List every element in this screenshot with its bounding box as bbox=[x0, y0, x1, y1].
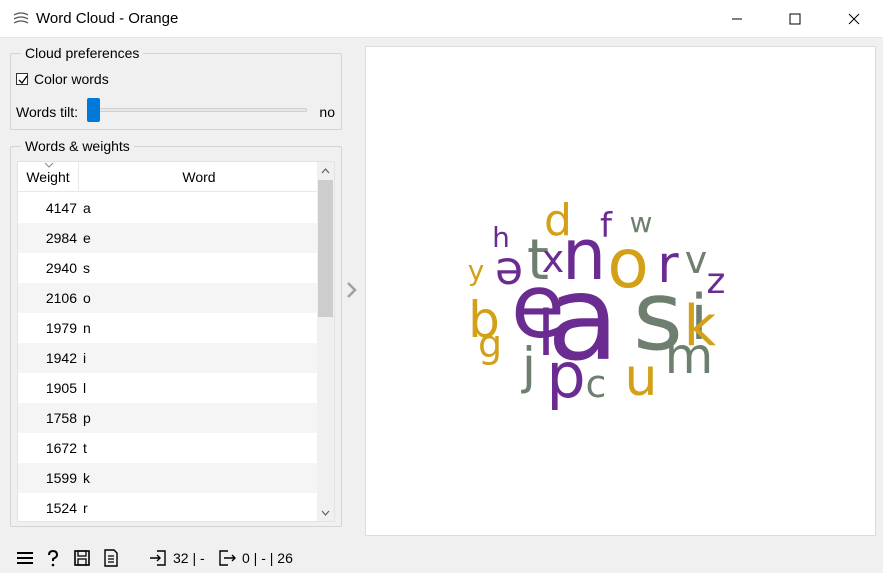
words-tilt-label: Words tilt: bbox=[16, 104, 78, 120]
save-icon[interactable] bbox=[73, 549, 91, 567]
input-icon bbox=[150, 550, 166, 566]
close-icon bbox=[848, 13, 860, 25]
word-cell: p bbox=[83, 410, 91, 426]
words-tilt-value: no bbox=[319, 104, 335, 120]
cloud-word: v bbox=[685, 238, 708, 282]
cloud-word: x bbox=[542, 237, 565, 281]
table-row[interactable]: 1979 n bbox=[18, 313, 319, 343]
table-row[interactable]: 1599 k bbox=[18, 463, 319, 493]
weight-cell: 1979 bbox=[45, 320, 77, 336]
words-tilt-slider-handle[interactable] bbox=[87, 98, 100, 122]
input-summary: 32 | - bbox=[173, 550, 205, 566]
table-scrollbar[interactable] bbox=[317, 162, 334, 521]
words-weights-group: Words & weights Weight Word 4147 a 2984 e 29… bbox=[10, 138, 342, 527]
weight-cell: 1524 bbox=[45, 500, 77, 516]
cloud-word: r bbox=[657, 235, 679, 295]
table-row[interactable]: 2106 o bbox=[18, 283, 319, 313]
cloud-word: c bbox=[586, 362, 607, 406]
output-summary: 0 | - | 26 bbox=[242, 550, 293, 566]
word-cell: r bbox=[83, 500, 88, 516]
minimize-button[interactable] bbox=[708, 0, 766, 38]
menu-icon[interactable] bbox=[16, 549, 34, 567]
weight-cell: 1758 bbox=[45, 410, 77, 426]
cloud-word: j bbox=[521, 337, 536, 395]
words-tilt-slider-track[interactable] bbox=[91, 108, 307, 112]
weight-cell: 1672 bbox=[45, 440, 77, 456]
word-cell: s bbox=[83, 260, 90, 276]
weight-cell: 1599 bbox=[45, 470, 77, 486]
weight-header-label: Weight bbox=[26, 169, 70, 185]
word-column-header[interactable]: Word bbox=[79, 162, 319, 192]
table-row[interactable]: 1758 p bbox=[18, 403, 319, 433]
color-words-label: Color words bbox=[34, 71, 109, 87]
cloud-word: h bbox=[492, 221, 510, 254]
cloud-word: g bbox=[478, 322, 502, 366]
weight-cell: 1942 bbox=[45, 350, 77, 366]
word-cell: k bbox=[83, 470, 90, 486]
chevron-down-icon bbox=[321, 510, 330, 516]
word-cell: o bbox=[83, 290, 91, 306]
word-cell: l bbox=[83, 380, 87, 396]
word-cell: a bbox=[83, 200, 91, 216]
cloud-word: m bbox=[665, 327, 714, 385]
word-cell: t bbox=[83, 440, 87, 456]
report-icon[interactable] bbox=[102, 549, 120, 567]
cloud-word: p bbox=[546, 339, 585, 412]
window-title: Word Cloud - Orange bbox=[36, 10, 179, 27]
cloud-word: z bbox=[707, 261, 726, 302]
color-words-checkbox[interactable] bbox=[16, 73, 28, 85]
weight-cell: 2984 bbox=[45, 230, 77, 246]
weight-column-header[interactable]: Weight bbox=[18, 162, 79, 192]
words-weights-title: Words & weights bbox=[21, 138, 134, 154]
chevron-up-icon bbox=[321, 167, 330, 173]
table-row[interactable]: 4147 a bbox=[18, 193, 319, 223]
words-table: Weight Word 4147 a 2984 e 2940 s 2106 o 1979 n 194… bbox=[17, 161, 335, 522]
word-cell: e bbox=[83, 230, 91, 246]
sort-indicator-icon bbox=[44, 162, 54, 168]
orange-app-icon bbox=[13, 12, 29, 24]
scroll-down-button[interactable] bbox=[317, 504, 334, 521]
word-header-label: Word bbox=[182, 169, 216, 185]
table-body: 4147 a 2984 e 2940 s 2106 o 1979 n 1942 i 1905 l 1758 p… bbox=[18, 193, 319, 521]
weight-cell: 4147 bbox=[45, 200, 77, 216]
status-bar: 32 | - 0 | - | 26 bbox=[0, 540, 883, 573]
table-header: Weight Word bbox=[18, 162, 319, 192]
chevron-right-icon[interactable] bbox=[345, 281, 359, 299]
word-cell: n bbox=[83, 320, 91, 336]
title-bar: Word Cloud - Orange bbox=[0, 0, 883, 38]
table-row[interactable]: 1672 t bbox=[18, 433, 319, 463]
word-cloud-canvas: aesonilptkrumbjdvəxgczfhyw bbox=[365, 46, 876, 536]
maximize-icon bbox=[789, 13, 801, 25]
cloud-word: u bbox=[625, 348, 658, 408]
cloud-preferences-group: Cloud preferences Color words Words tilt… bbox=[10, 45, 342, 130]
weight-cell: 2106 bbox=[45, 290, 77, 306]
weight-cell: 2940 bbox=[45, 260, 77, 276]
output-icon bbox=[219, 550, 236, 566]
color-words-option[interactable]: Color words bbox=[16, 71, 109, 87]
cloud-word: f bbox=[600, 206, 613, 246]
minimize-icon bbox=[732, 18, 742, 20]
scroll-up-button[interactable] bbox=[317, 162, 334, 179]
word-cloud: ae sonilptkru mbjdvə xgczfhyw bbox=[468, 195, 726, 412]
cloud-word: y bbox=[468, 254, 485, 287]
scroll-thumb[interactable] bbox=[318, 180, 333, 317]
weight-cell: 1905 bbox=[45, 380, 77, 396]
table-row[interactable]: 2940 s bbox=[18, 253, 319, 283]
help-icon[interactable] bbox=[44, 549, 62, 567]
table-row[interactable]: 2984 e bbox=[18, 223, 319, 253]
close-button[interactable] bbox=[825, 0, 883, 38]
table-row[interactable]: 1905 l bbox=[18, 373, 319, 403]
checkmark-icon bbox=[18, 75, 28, 85]
cloud-preferences-title: Cloud preferences bbox=[21, 45, 144, 61]
cloud-word: w bbox=[630, 206, 653, 239]
maximize-button[interactable] bbox=[766, 0, 824, 38]
table-row[interactable]: 1942 i bbox=[18, 343, 319, 373]
word-cell: i bbox=[83, 350, 87, 366]
table-row[interactable]: 1524 r bbox=[18, 493, 319, 521]
